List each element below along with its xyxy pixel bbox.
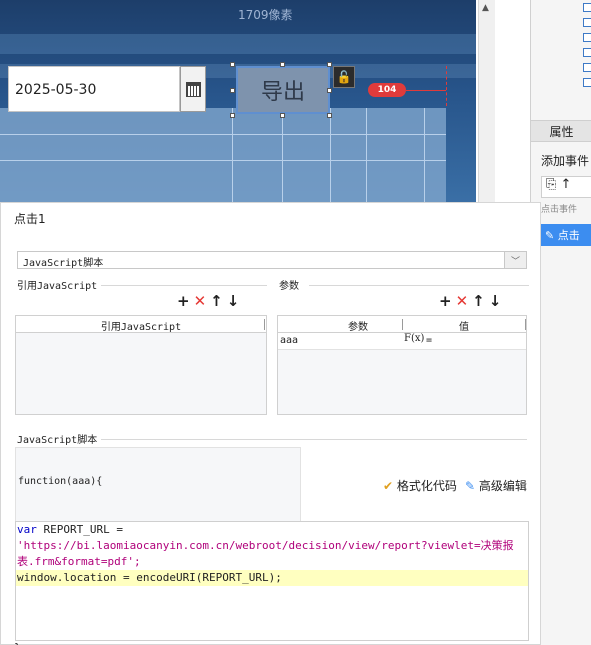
code-keyword: var	[17, 523, 37, 536]
grid-line	[330, 108, 331, 202]
tree-item-icon[interactable]	[583, 3, 591, 12]
event-type-select[interactable]: JavaScript脚本 ﹀	[17, 251, 527, 269]
canvas-background-stripe	[0, 34, 476, 54]
function-signature-text: function(aaa){	[18, 476, 103, 487]
resize-handle[interactable]	[230, 88, 235, 93]
grid-line	[424, 108, 425, 202]
code-line: window.location = encodeURI(REPORT_URL);	[17, 571, 282, 584]
resize-handle[interactable]	[327, 113, 332, 118]
function-closing-brace: }	[14, 641, 21, 645]
position-badge: 104	[368, 83, 406, 97]
param-value-cell[interactable]: =	[426, 335, 432, 346]
column-separator	[402, 319, 403, 330]
tree-item-icon[interactable]	[583, 48, 591, 57]
table-header: 引用JavaScript	[16, 316, 266, 333]
pencil-icon: ✎	[545, 229, 555, 242]
advanced-edit-label: 高级编辑	[478, 479, 527, 493]
chevron-down-icon[interactable]: ﹀	[504, 252, 526, 268]
params-table[interactable]: 参数 值 aaa F(x) =	[277, 315, 527, 415]
dialog-title: 点击1	[14, 212, 46, 226]
script-group-label: JavaScript脚本	[17, 435, 98, 446]
column-header-param: 参数	[348, 322, 368, 333]
divider	[101, 285, 267, 286]
resize-handle[interactable]	[327, 88, 332, 93]
grid-line	[0, 134, 446, 135]
divider	[309, 285, 529, 286]
design-canvas[interactable]: 1709像素 2025-05-30 导出 🔓 104	[0, 0, 476, 202]
delete-icon[interactable]: ✕	[194, 292, 211, 310]
column-header-value: 值	[459, 322, 469, 333]
event-hint: 点击事件	[541, 205, 578, 215]
grid-line	[0, 160, 446, 161]
tree-item-icon[interactable]	[583, 33, 591, 42]
function-signature: function(aaa){	[15, 447, 301, 527]
formula-icon[interactable]: F(x)	[404, 333, 424, 344]
calendar-icon	[185, 81, 201, 97]
table-header: 参数 值	[278, 316, 526, 333]
code-line: 'https://bi.laomiaocanyin.com.cn/webroot…	[17, 539, 514, 552]
ref-js-toolbar: +✕↑↓	[177, 292, 243, 310]
move-down-icon[interactable]: ↓	[227, 292, 244, 310]
table-row[interactable]: aaa F(x) =	[278, 333, 526, 350]
move-up-icon[interactable]: ↑	[210, 292, 227, 310]
ref-js-table[interactable]: 引用JavaScript	[15, 315, 267, 415]
column-separator	[264, 319, 265, 330]
tree-item-icon[interactable]	[583, 78, 591, 87]
move-down-icon[interactable]: ↓	[489, 292, 506, 310]
column-header-ref-js: 引用JavaScript	[100, 322, 182, 333]
resize-handle[interactable]	[280, 113, 285, 118]
event-type-value: JavaScript脚本	[23, 258, 104, 269]
canvas-vertical-scrollbar[interactable]: ▲	[478, 0, 495, 202]
delete-icon[interactable]: ✕	[456, 292, 473, 310]
edit-icon: ✎	[465, 479, 476, 493]
event-list-item-click[interactable]: ✎ 点击	[541, 224, 591, 246]
params-group-label: 参数	[279, 281, 299, 292]
param-name-cell[interactable]: aaa	[280, 335, 298, 346]
add-event-label: 添加事件	[541, 154, 590, 168]
tree-item-icon[interactable]	[583, 18, 591, 27]
date-picker-button[interactable]	[180, 66, 206, 112]
column-separator	[525, 319, 526, 330]
grid-line	[282, 108, 283, 202]
date-value: 2025-05-30	[15, 82, 97, 98]
designer-window: 1709像素 2025-05-30 导出 🔓 104 ▲ 属性 添加事件 ⎘ ↑…	[0, 0, 591, 645]
event-list-item-label: 点击	[557, 229, 580, 242]
params-toolbar: +✕↑↓	[439, 292, 505, 310]
guide-line	[406, 90, 446, 91]
resize-handle[interactable]	[230, 62, 235, 67]
code-line: var REPORT_URL =	[17, 522, 123, 538]
resize-handle[interactable]	[280, 62, 285, 67]
code-text: REPORT_URL =	[36, 523, 123, 536]
broom-icon: ✔	[383, 479, 394, 493]
grid-line	[232, 108, 233, 202]
code-line: 表.frm&format=pdf';	[17, 555, 141, 568]
divider	[101, 439, 527, 440]
event-toolbar[interactable]: ⎘ ↑	[541, 176, 591, 198]
canvas-width-label: 1709像素	[238, 8, 293, 22]
ref-js-group-label: 引用JavaScript	[17, 281, 98, 292]
widget-tree	[583, 0, 591, 93]
resize-handle[interactable]	[230, 113, 235, 118]
resize-handle[interactable]	[327, 62, 332, 67]
code-editor[interactable]: var REPORT_URL = 'https://bi.laomiaocany…	[15, 521, 529, 641]
move-up-icon[interactable]: ↑	[472, 292, 489, 310]
date-picker-input[interactable]: 2025-05-30	[8, 66, 180, 112]
tree-item-icon[interactable]	[583, 63, 591, 72]
export-button[interactable]: 导出	[236, 66, 330, 114]
event-edit-dialog: 点击1 JavaScript脚本 ﹀ 引用JavaScript +✕↑↓ 引用J…	[0, 202, 541, 645]
format-code-label: 格式化代码	[396, 479, 457, 493]
unlock-icon[interactable]: 🔓	[333, 66, 355, 88]
grid-line	[366, 108, 367, 202]
add-icon[interactable]: +	[439, 292, 456, 310]
tab-properties[interactable]: 属性	[531, 120, 591, 142]
add-icon[interactable]: +	[177, 292, 194, 310]
advanced-edit-button[interactable]: ✎ 高级编辑	[465, 477, 527, 494]
report-table-block[interactable]	[0, 108, 446, 202]
guide-line	[446, 66, 447, 106]
format-code-button[interactable]: ✔ 格式化代码	[383, 477, 457, 494]
scroll-up-icon[interactable]: ▲	[482, 3, 489, 13]
